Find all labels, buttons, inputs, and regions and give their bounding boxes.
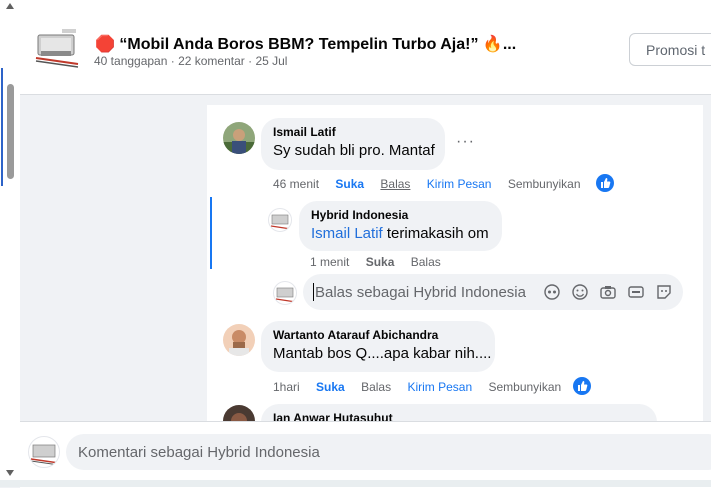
- comment-input[interactable]: Komentari sebagai Hybrid Indonesia: [66, 434, 711, 470]
- send-message-link[interactable]: Kirim Pesan: [407, 380, 472, 394]
- scroll-down-arrow[interactable]: [6, 470, 14, 476]
- comment-time[interactable]: 46 menit: [273, 177, 319, 191]
- post-thumbnail[interactable]: [32, 26, 82, 70]
- comment-text: Sy sudah bli pro. Mantaf: [273, 142, 435, 159]
- comment-time[interactable]: 1hari: [273, 380, 300, 394]
- avatar[interactable]: [268, 208, 292, 232]
- comment-author[interactable]: Wartanto Atarauf Abichandra: [273, 328, 483, 342]
- gif-icon[interactable]: [627, 283, 645, 301]
- scroll-up-arrow[interactable]: [6, 3, 14, 9]
- fire-emoji: 🔥: [482, 36, 503, 53]
- title-ellipsis: ...: [502, 36, 517, 53]
- post-meta: 40 tanggapan · 22 komentar · 25 Jul: [94, 54, 288, 68]
- like-link[interactable]: Suka: [366, 255, 395, 269]
- comment-actions: 1hari Suka Balas Kirim Pesan Sembunyikan: [273, 380, 574, 394]
- send-message-link[interactable]: Kirim Pesan: [427, 177, 492, 191]
- reply-author[interactable]: Hybrid Indonesia: [311, 208, 490, 222]
- comment-composer: Komentari sebagai Hybrid Indonesia: [20, 421, 711, 488]
- comment-author[interactable]: Ismail Latif: [273, 125, 433, 139]
- reply-input-placeholder: Balas sebagai Hybrid Indonesia: [315, 284, 526, 301]
- bottom-strip: [0, 480, 711, 487]
- camera-icon[interactable]: [599, 283, 617, 301]
- reply-input[interactable]: Balas sebagai Hybrid Indonesia: [303, 274, 683, 310]
- post-title-text: “Mobil Anda Boros BBM? Tempelin Turbo Aj…: [119, 36, 479, 53]
- scrollbar[interactable]: [0, 0, 20, 487]
- reply-text: Ismail Latif terimakasih om: [311, 225, 490, 242]
- like-reaction-icon[interactable]: [573, 377, 591, 395]
- reply-link[interactable]: Balas: [361, 380, 391, 394]
- mention-link[interactable]: Ismail Latif: [311, 225, 383, 242]
- reply-link[interactable]: Balas: [380, 177, 410, 191]
- emoji-icon[interactable]: [571, 283, 589, 301]
- composer-avatar: [28, 436, 60, 468]
- like-link[interactable]: Suka: [316, 380, 345, 394]
- hide-link[interactable]: Sembunyikan: [508, 177, 581, 191]
- scroll-marker: [1, 68, 3, 186]
- avatar: [273, 281, 297, 305]
- like-link[interactable]: Suka: [335, 177, 364, 191]
- post-title[interactable]: 🛑 “Mobil Anda Boros BBM? Tempelin Turbo …: [95, 34, 516, 54]
- comment-bubble: Ismail Latif Sy sudah bli pro. Mantaf: [261, 118, 445, 170]
- comment-bubble: Wartanto Atarauf Abichandra Mantab bos Q…: [261, 321, 495, 372]
- reply-text-body: terimakasih om: [382, 225, 489, 242]
- like-reaction-icon[interactable]: [596, 174, 614, 192]
- promote-button[interactable]: Promosi t: [629, 33, 711, 66]
- stop-emoji: 🛑: [95, 36, 115, 53]
- comment-text: Mantab bos Q....apa kabar nih....: [273, 345, 492, 362]
- reply-thread-line: [210, 197, 212, 269]
- scrollbar-thumb[interactable]: [7, 84, 14, 179]
- reply-link[interactable]: Balas: [411, 255, 441, 269]
- avatar[interactable]: [223, 324, 255, 356]
- reply-actions: 1 menit Suka Balas: [310, 255, 454, 269]
- sticker-icon[interactable]: [655, 283, 673, 301]
- avatar[interactable]: [223, 122, 255, 154]
- hide-link[interactable]: Sembunyikan: [488, 380, 561, 394]
- avatar-sticker-icon[interactable]: [543, 283, 561, 301]
- reply-bubble: Hybrid Indonesia Ismail Latif terimakasi…: [299, 201, 502, 251]
- comment-actions: 46 menit Suka Balas Kirim Pesan Sembunyi…: [273, 177, 594, 191]
- comment-input-placeholder: Komentari sebagai Hybrid Indonesia: [78, 444, 320, 461]
- comments-panel: Ismail Latif Sy sudah bli pro. Mantaf ··…: [207, 105, 703, 424]
- text-caret: [313, 283, 314, 301]
- reply-time[interactable]: 1 menit: [310, 255, 349, 269]
- more-options-icon[interactable]: ···: [456, 133, 475, 151]
- post-header: 🛑 “Mobil Anda Boros BBM? Tempelin Turbo …: [20, 0, 711, 95]
